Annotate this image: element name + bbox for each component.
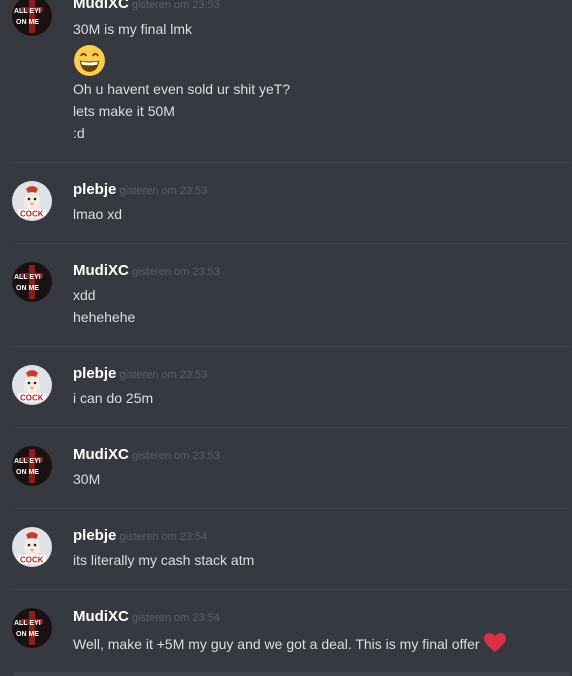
message-text: lmao xd bbox=[73, 206, 123, 222]
message-header: MudiXC gisteren om 23:53 bbox=[73, 446, 220, 464]
avatar-plebje[interactable]: COCK bbox=[12, 365, 52, 405]
avatar-text: ALL EYI bbox=[14, 8, 41, 15]
red-heart-emoji bbox=[483, 633, 506, 656]
message-text: :d bbox=[73, 125, 85, 141]
timestamp: gisteren om 23:53 bbox=[119, 369, 208, 381]
message-text: Oh u havent even sold ur shit yeT? bbox=[73, 81, 291, 97]
username[interactable]: plebje bbox=[73, 527, 116, 544]
message-divider bbox=[14, 346, 570, 347]
message-text: 30M is my final lmk bbox=[73, 21, 193, 37]
message-text-content: Well, make it +5M my guy and we got a de… bbox=[73, 636, 480, 652]
avatar-mudixc[interactable]: ALL EYI ON ME bbox=[12, 446, 52, 486]
scroll-bottom-bar bbox=[14, 672, 570, 676]
timestamp: gisteren om 23:54 bbox=[131, 612, 220, 624]
message-text: lets make it 50M bbox=[73, 103, 175, 119]
avatar-text: COCK bbox=[20, 210, 44, 219]
timestamp: gisteren om 23:53 bbox=[119, 185, 208, 197]
message-header: plebje gisteren om 23:53 bbox=[73, 181, 207, 199]
message-divider bbox=[14, 508, 570, 509]
message-header: MudiXC gisteren om 23:54 bbox=[73, 608, 220, 626]
message-divider bbox=[14, 589, 570, 590]
username[interactable]: plebje bbox=[73, 181, 116, 198]
message-divider bbox=[14, 162, 570, 163]
avatar-text: COCK bbox=[20, 394, 44, 403]
username[interactable]: MudiXC bbox=[73, 608, 129, 625]
message-text: xdd bbox=[73, 287, 96, 303]
avatar-mudixc[interactable]: ALL EYI ON ME bbox=[12, 608, 52, 648]
avatar-text: ON ME bbox=[16, 285, 39, 292]
username[interactable]: plebje bbox=[73, 365, 116, 382]
message-text: hehehehe bbox=[73, 309, 136, 325]
avatar-plebje[interactable]: COCK bbox=[12, 181, 52, 221]
message-text: i can do 25m bbox=[73, 390, 154, 406]
timestamp: gisteren om 23:54 bbox=[119, 531, 208, 543]
avatar-text: ALL EYI bbox=[14, 274, 41, 281]
message-header: plebje gisteren om 23:54 bbox=[73, 527, 207, 545]
message-header: MudiXC gisteren om 23:53 bbox=[73, 0, 220, 13]
message-header: MudiXC gisteren om 23:53 bbox=[73, 262, 220, 280]
avatar-text: ON ME bbox=[16, 469, 39, 476]
timestamp: gisteren om 23:53 bbox=[131, 0, 220, 11]
avatar-text: ALL EYI bbox=[14, 620, 41, 627]
avatar-mudixc[interactable]: ALL EYI ON ME bbox=[12, 262, 52, 302]
message-text: its literally my cash stack atm bbox=[73, 552, 255, 568]
username[interactable]: MudiXC bbox=[73, 262, 129, 279]
username[interactable]: MudiXC bbox=[73, 0, 129, 12]
timestamp: gisteren om 23:53 bbox=[131, 266, 220, 278]
avatar-text: ON ME bbox=[16, 19, 39, 26]
message-text: 30M bbox=[73, 471, 101, 487]
avatar-text: COCK bbox=[20, 556, 44, 565]
avatar-mudixc[interactable]: ALL EYI ON ME bbox=[12, 0, 52, 36]
grinning-face-emoji bbox=[73, 44, 106, 82]
avatar-plebje[interactable]: COCK bbox=[12, 527, 52, 567]
avatar-text: ALL EYI bbox=[14, 458, 41, 465]
avatar-text: ON ME bbox=[16, 631, 39, 638]
message-divider bbox=[14, 243, 570, 244]
message-text: Well, make it +5M my guy and we got a de… bbox=[73, 633, 506, 656]
message-header: plebje gisteren om 23:53 bbox=[73, 365, 207, 383]
username[interactable]: MudiXC bbox=[73, 446, 129, 463]
timestamp: gisteren om 23:53 bbox=[131, 450, 220, 462]
chat-message-list[interactable]: ALL EYI ON ME MudiXC gisteren om 23:53 30… bbox=[0, 0, 572, 676]
message-divider bbox=[14, 427, 570, 428]
